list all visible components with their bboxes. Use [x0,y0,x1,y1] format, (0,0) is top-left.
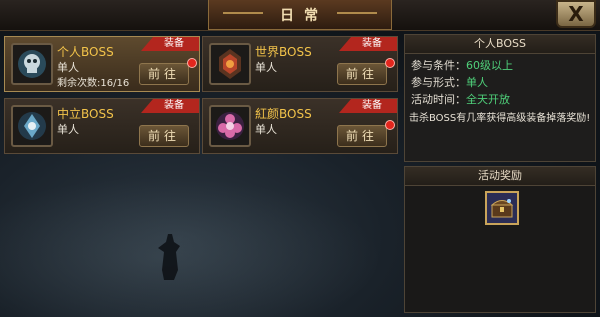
boss-card-beauty[interactable]: 紅颜BOSS 单人 装备 前往 [202,98,398,154]
close-icon: X [568,2,584,26]
skull-emblem-icon [11,43,53,85]
reward-header: 活动奖励 [405,167,595,186]
boss-card-personal[interactable]: 个人BOSS 单人 剩余次数:16/16 装备 前往 [4,36,200,92]
condition-row: 参与条件：60级以上 [411,57,513,73]
condition-label: 参与条件： [411,59,466,72]
equipment-tag: 装备 [141,99,199,113]
go-button[interactable]: 前往 [139,125,189,147]
detail-description: 击杀BOSS有几率获得高级装备掉落奖励! [409,113,591,124]
title-plate: 日常 [208,0,392,30]
boss-card-neutral[interactable]: 中立BOSS 单人 装备 前往 [4,98,200,154]
time-row: 活动时间：全天开放 [411,91,510,107]
mode-value: 单人 [466,76,488,89]
notification-dot [187,58,197,68]
title-ornament-right [337,12,377,14]
remaining-count: 剩余次数:16/16 [57,78,130,89]
boss-type: 单人 [57,123,79,136]
close-button[interactable]: X [556,0,596,28]
title-bar: 日常 X [0,0,600,31]
title-ornament-left [223,12,263,14]
detail-header: 个人BOSS [405,35,595,54]
boss-type: 单人 [57,61,79,74]
background-mist [0,170,400,317]
mode-label: 参与形式： [411,76,466,89]
window-title: 日常 [280,7,328,24]
boss-detail-panel: 个人BOSS 参与条件：60级以上 参与形式：单人 活动时间：全天开放 击杀BO… [404,34,596,162]
go-button[interactable]: 前往 [337,125,387,147]
boss-card-world[interactable]: 世界BOSS 单人 装备 前往 [202,36,398,92]
crest-emblem-icon [11,105,53,147]
time-label: 活动时间： [411,93,466,106]
notification-dot [385,120,395,130]
boss-type: 单人 [255,123,277,136]
equipment-tag: 装备 [339,37,397,51]
boss-name: 个人BOSS [57,45,114,59]
daily-window: 日常 X 个人BOSS 单人 剩余次数:16/16 装备 前往 世界BOSS 单… [0,0,600,317]
boss-name: 世界BOSS [255,45,312,59]
boss-name: 中立BOSS [57,107,114,121]
reward-panel: 活动奖励 [404,166,596,313]
demon-emblem-icon [209,43,251,85]
boss-name: 紅颜BOSS [255,107,312,121]
go-button[interactable]: 前往 [139,63,189,85]
condition-value: 60级以上 [466,59,513,72]
equipment-tag: 装备 [339,99,397,113]
boss-type: 单人 [255,61,277,74]
equipment-tag: 装备 [141,37,199,51]
notification-dot [385,58,395,68]
mode-row: 参与形式：单人 [411,74,488,90]
treasure-chest-icon[interactable] [485,191,519,225]
flower-emblem-icon [209,105,251,147]
time-value: 全天开放 [466,93,510,106]
warrior-silhouette [158,234,180,280]
go-button[interactable]: 前往 [337,63,387,85]
